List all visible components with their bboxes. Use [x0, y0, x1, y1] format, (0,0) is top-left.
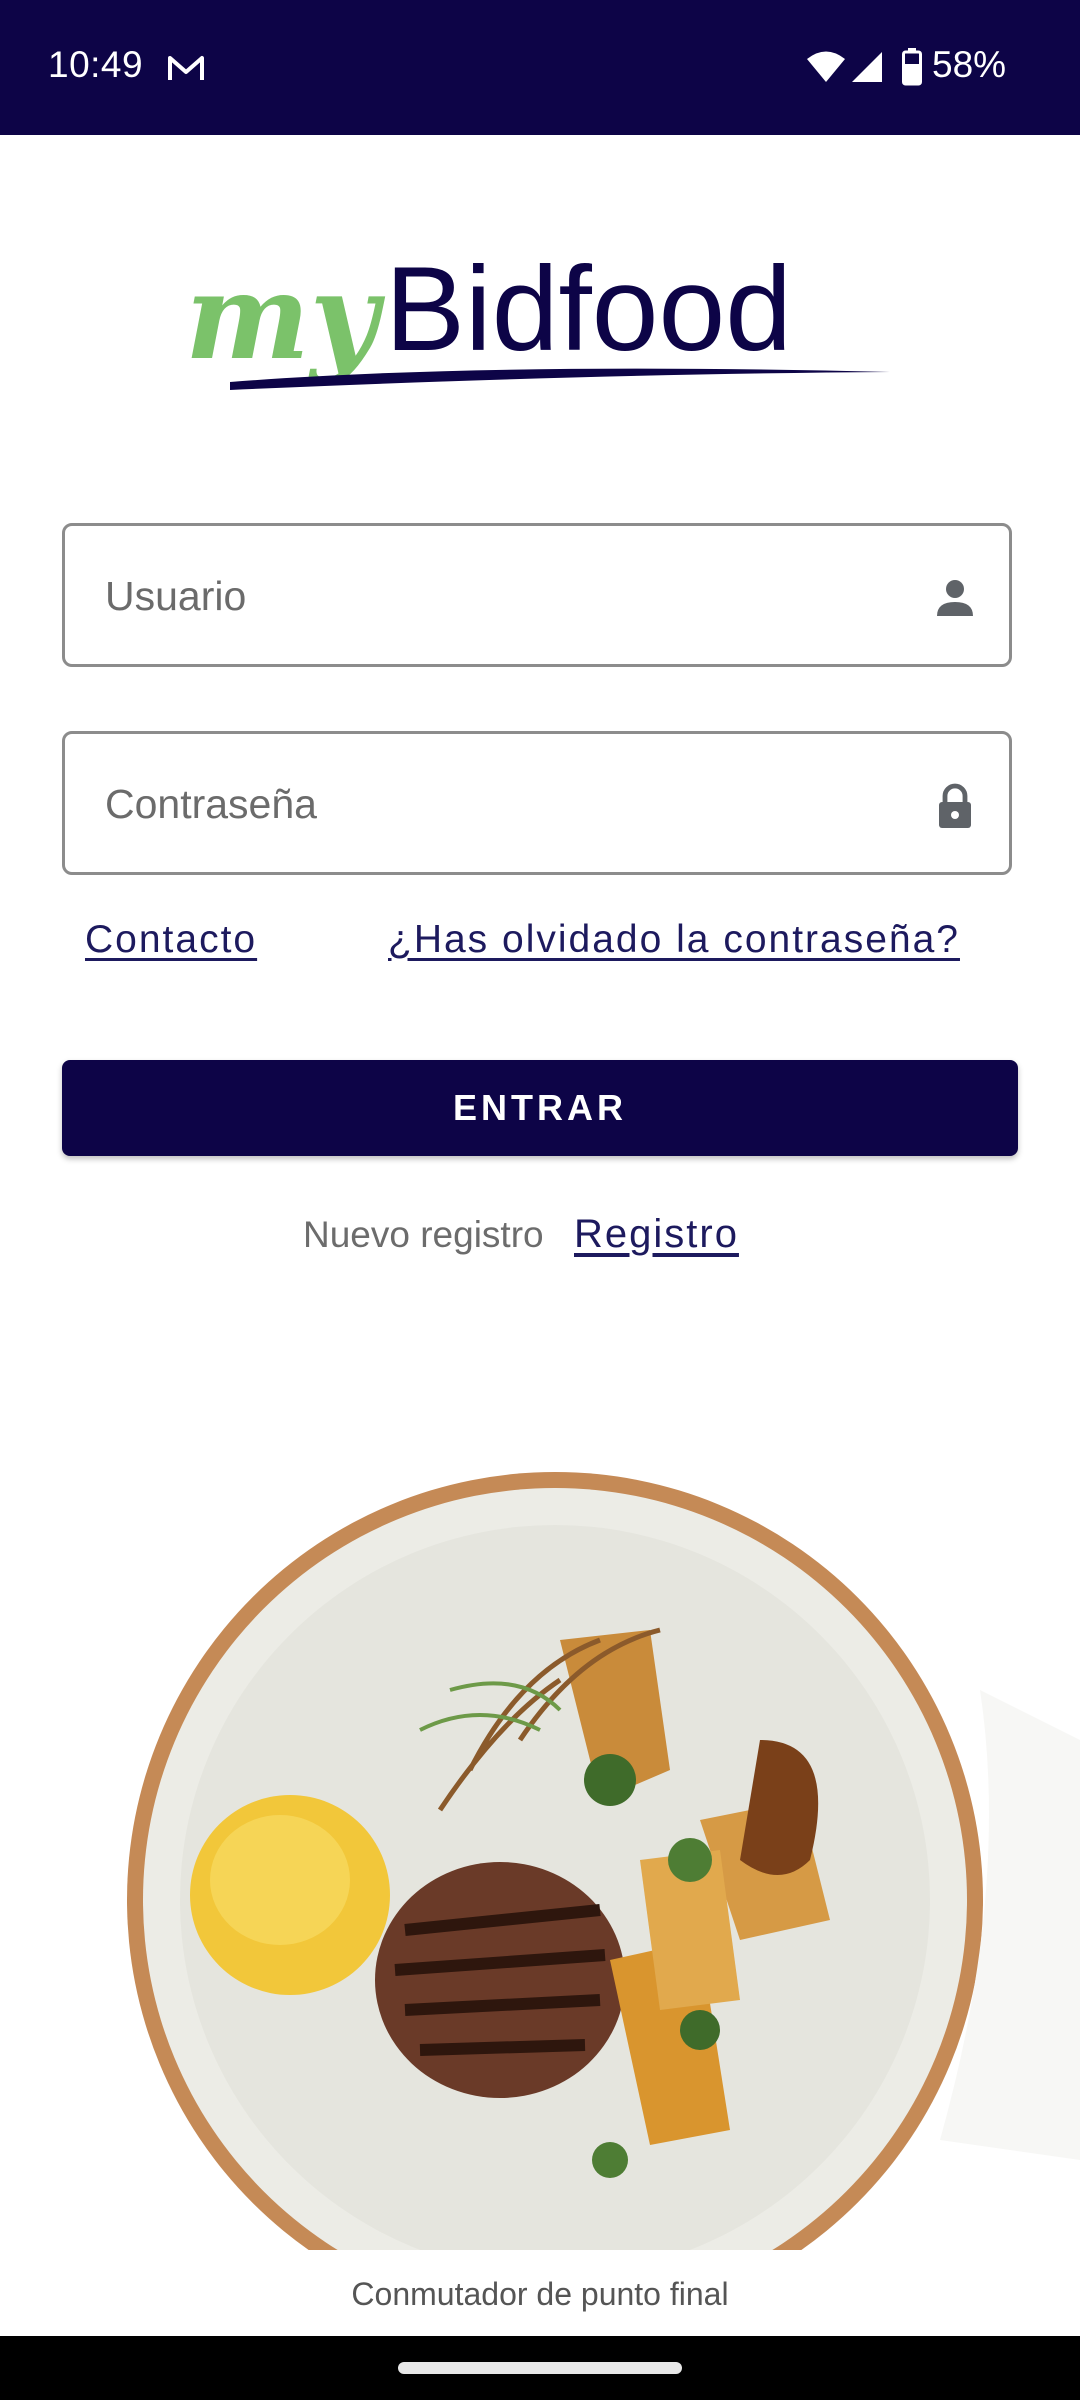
username-input[interactable]	[103, 526, 887, 666]
mybidfood-logo: my Bidfood	[185, 250, 890, 390]
password-field[interactable]	[62, 731, 1012, 875]
password-input[interactable]	[103, 734, 887, 874]
status-bar: 10:49 58%	[0, 0, 1080, 135]
wifi-icon	[807, 51, 845, 82]
status-time: 10:49	[48, 44, 144, 85]
food-plate-image	[127, 1472, 1080, 2250]
contact-link[interactable]: Contacto	[85, 918, 257, 962]
new-register-label: Nuevo registro	[303, 1214, 544, 1255]
navigation-bar	[0, 2336, 1080, 2400]
person-icon	[937, 580, 973, 616]
register-link[interactable]: Registro	[574, 1212, 739, 1257]
endpoint-switcher[interactable]: Conmutador de punto final	[0, 2276, 1080, 2313]
login-button[interactable]: ENTRAR	[62, 1060, 1018, 1156]
home-gesture-handle[interactable]	[398, 2362, 682, 2374]
logo-my-text: my	[185, 250, 386, 386]
battery-percentage: 58%	[932, 44, 1007, 85]
username-field[interactable]	[62, 523, 1012, 667]
logo-bidfood-text: Bidfood	[385, 250, 792, 376]
gmail-icon	[168, 56, 204, 80]
signal-icon	[852, 52, 882, 82]
battery-icon	[902, 48, 922, 86]
lock-icon	[939, 783, 971, 828]
forgot-password-link[interactable]: ¿Has olvidado la contraseña?	[388, 918, 960, 962]
